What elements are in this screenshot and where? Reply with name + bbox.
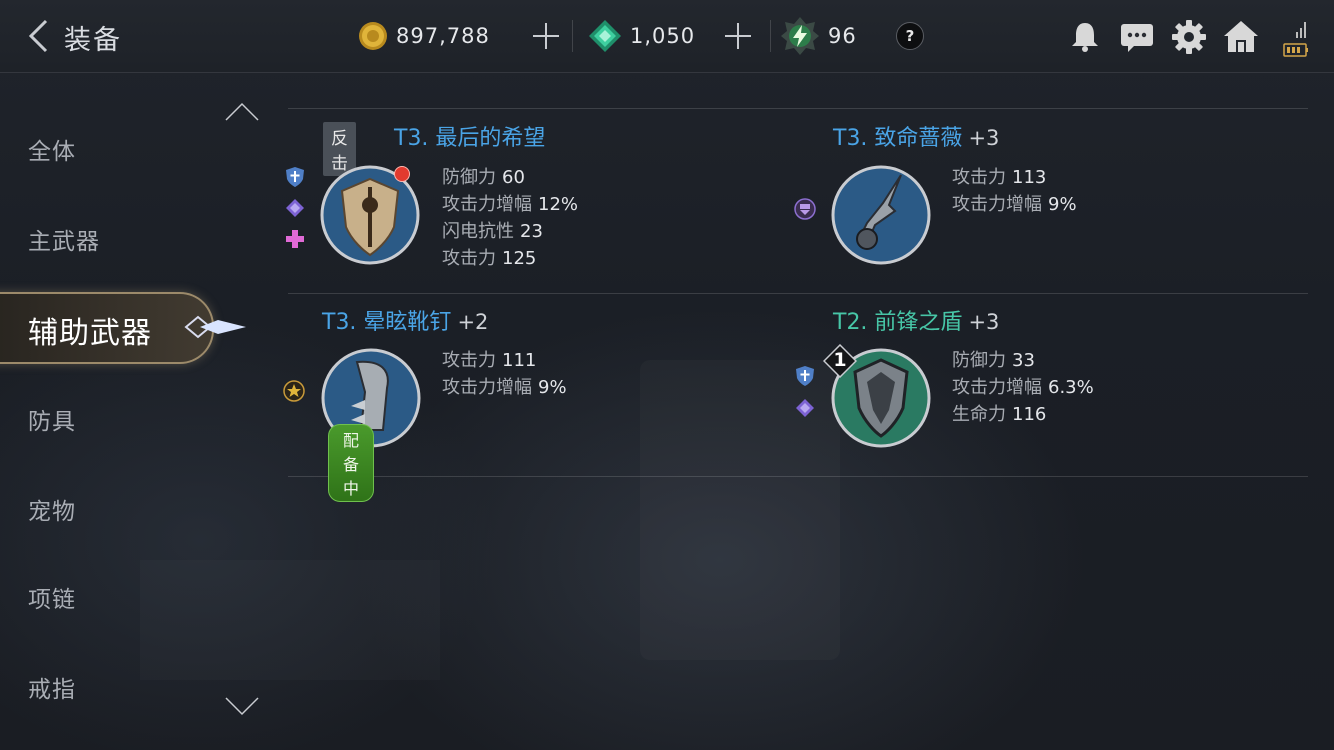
- stat-value: 60: [502, 167, 525, 188]
- stat-row: 闪电抗性 23: [442, 218, 578, 245]
- back-chevron-icon[interactable]: [24, 18, 54, 54]
- enhance-level: +2: [457, 310, 489, 334]
- shield-cross-icon: [286, 167, 304, 187]
- stat-value: 12%: [538, 194, 579, 215]
- stat-row: 防御力 60: [442, 164, 578, 191]
- item-level-badge: 1: [823, 344, 857, 378]
- stat-row: 攻击力 113: [952, 164, 1077, 191]
- gold-currency: 897,788: [358, 16, 490, 56]
- divider: [770, 20, 771, 52]
- stat-row: 攻击力增幅 9%: [952, 191, 1077, 218]
- divider: [288, 108, 1308, 109]
- equipped-badge: 配备中: [328, 424, 375, 502]
- energy-bolt-icon: [781, 17, 819, 55]
- item-name: T3. 致命蔷薇 +3: [833, 120, 999, 152]
- sidebar-item-all[interactable]: 全体: [28, 132, 76, 166]
- stat-value: 23: [520, 221, 543, 242]
- item-name: T3. 最后的希望: [394, 120, 545, 152]
- item-name: T3. 晕眩靴钉 +2: [322, 304, 488, 336]
- divider: [288, 293, 1308, 294]
- sidebar-item-main-weapon[interactable]: 主武器: [28, 222, 100, 256]
- divider: [288, 476, 1308, 477]
- signal-battery-icon: [1283, 22, 1308, 57]
- stat-row: 攻击力增幅 9%: [442, 374, 567, 401]
- green-gem-icon: [589, 20, 621, 52]
- item-name: T2. 前锋之盾 +3: [833, 304, 999, 336]
- stat-value: 113: [1012, 167, 1047, 188]
- page-title: 装备: [64, 25, 122, 56]
- stat-value: 33: [1012, 350, 1035, 371]
- stat-label: 攻击力: [442, 248, 496, 269]
- stat-row: 攻击力 111: [442, 347, 567, 374]
- energy-amount: 96: [828, 24, 857, 48]
- item-stats: 攻击力 113 攻击力增幅 9%: [952, 164, 1077, 218]
- stat-label: 攻击力增幅: [952, 377, 1042, 398]
- scroll-up-arrow-icon[interactable]: [224, 100, 260, 122]
- stat-row: 攻击力增幅 6.3%: [952, 374, 1094, 401]
- stat-label: 生命力: [952, 404, 1006, 425]
- stat-label: 攻击力: [952, 167, 1006, 188]
- stat-label: 攻击力增幅: [952, 194, 1042, 215]
- stat-label: 防御力: [952, 350, 1006, 371]
- enhance-level: +3: [968, 126, 1000, 150]
- stat-label: 闪电抗性: [442, 221, 514, 242]
- stat-label: 防御力: [442, 167, 496, 188]
- stat-row: 攻击力 125: [442, 245, 578, 272]
- pink-plus-icon: [286, 230, 304, 248]
- shield-cross-icon: [796, 366, 814, 386]
- item-stats: 攻击力 111 攻击力增幅 9%: [442, 347, 567, 401]
- chat-icon[interactable]: [1118, 18, 1156, 56]
- item-name-text: T3. 致命蔷薇: [833, 126, 963, 151]
- energy-currency: 96: [780, 16, 857, 56]
- item-name-text: T3. 晕眩靴钉: [322, 310, 452, 335]
- sidebar-item-pet[interactable]: 宠物: [28, 492, 76, 526]
- item-name-text: T2. 前锋之盾: [833, 310, 963, 335]
- add-gem-button[interactable]: [724, 22, 752, 50]
- item-name-text: T3. 最后的希望: [394, 126, 546, 151]
- stat-label: 攻击力增幅: [442, 194, 532, 215]
- bell-icon[interactable]: [1066, 18, 1104, 56]
- divider: [572, 20, 573, 52]
- stat-label: 攻击力增幅: [442, 377, 532, 398]
- gold-coin-icon: [359, 22, 387, 50]
- active-pointer-icon: [184, 315, 246, 339]
- new-item-dot: [394, 166, 410, 182]
- level-number: 1: [833, 349, 847, 371]
- sidebar-item-secondary-weapon[interactable]: 辅助武器: [28, 308, 152, 352]
- stat-row: 防御力 33: [952, 347, 1094, 374]
- stat-row: 生命力 116: [952, 401, 1094, 428]
- purple-skill-icon: [796, 399, 814, 417]
- gold-amount: 897,788: [396, 24, 490, 48]
- sidebar-item-ring[interactable]: 戒指: [28, 670, 76, 704]
- stat-row: 攻击力增幅 12%: [442, 191, 578, 218]
- stat-label: 攻击力: [442, 350, 496, 371]
- scroll-down-arrow-icon[interactable]: [224, 696, 260, 718]
- enhance-level: +3: [968, 310, 1000, 334]
- stat-value: 125: [502, 248, 537, 269]
- help-button[interactable]: ?: [896, 22, 924, 50]
- gear-icon[interactable]: [1170, 18, 1208, 56]
- stat-value: 9%: [538, 377, 567, 398]
- gem-amount: 1,050: [630, 24, 696, 48]
- gem-currency: 1,050: [588, 16, 695, 56]
- stat-value: 116: [1012, 404, 1047, 425]
- home-icon[interactable]: [1222, 18, 1260, 56]
- category-sidebar: 全体 主武器 辅助武器 防具 宠物 项链 戒指: [0, 72, 270, 750]
- add-gold-button[interactable]: [532, 22, 560, 50]
- sidebar-item-armor[interactable]: 防具: [28, 402, 76, 436]
- deadly-rose-blade-icon: [831, 165, 931, 265]
- sidebar-item-necklace[interactable]: 项链: [28, 580, 76, 614]
- item-stats: 防御力 60 攻击力增幅 12% 闪电抗性 23 攻击力 125: [442, 164, 578, 272]
- top-bar: 装备 897,788 1,050 96 ?: [0, 0, 1334, 73]
- stat-value: 9%: [1048, 194, 1077, 215]
- stat-value: 111: [502, 350, 537, 371]
- purple-rune-icon: [794, 198, 816, 220]
- purple-skill-icon: [286, 199, 304, 217]
- stat-value: 6.3%: [1048, 377, 1094, 398]
- gold-star-icon: [283, 380, 305, 402]
- item-stats: 防御力 33 攻击力增幅 6.3% 生命力 116: [952, 347, 1094, 428]
